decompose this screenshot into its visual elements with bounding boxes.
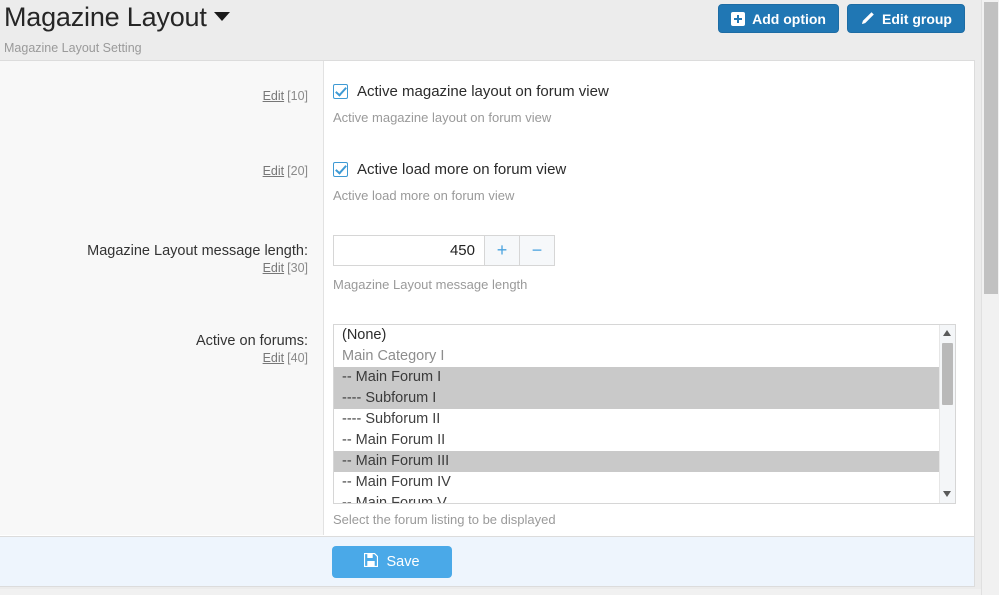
- labels-column: Edit [10] Edit [20] Magazine Layout messag…: [0, 61, 324, 535]
- checkbox-magazine-layout-line: Active magazine layout on forum view: [333, 83, 609, 100]
- listbox-option[interactable]: -- Main Forum III: [334, 451, 940, 472]
- floppy-disk-icon: [364, 552, 379, 571]
- panel-footer: Save: [0, 537, 975, 587]
- edit-number-10: [10]: [287, 89, 308, 103]
- increment-button[interactable]: +: [485, 235, 520, 266]
- listbox-option[interactable]: -- Main Forum II: [334, 430, 940, 451]
- listbox-scrollbar[interactable]: [939, 325, 955, 503]
- add-option-button[interactable]: Add option: [718, 4, 839, 33]
- help-text-message-length: Magazine Layout message length: [333, 277, 528, 292]
- edit-number-30: [30]: [287, 261, 308, 275]
- help-text-load-more: Active load more on forum view: [333, 188, 515, 203]
- row-label-10: Edit [10]: [263, 87, 308, 105]
- header-actions: Add option Edit group: [718, 4, 965, 33]
- listbox-option[interactable]: (None): [334, 325, 940, 346]
- edit-number-40: [40]: [287, 351, 308, 365]
- pencil-icon: [860, 11, 875, 26]
- edit-link-40[interactable]: Edit: [263, 351, 285, 365]
- forums-listbox-options: (None) Main Category I -- Main Forum I ----…: [334, 325, 940, 503]
- forums-listbox[interactable]: (None) Main Category I -- Main Forum I ----…: [333, 324, 956, 504]
- settings-page: Magazine Layout Magazine Layout Setting …: [0, 0, 999, 595]
- message-length-label: Magazine Layout message length:: [87, 243, 308, 259]
- triangle-up-icon[interactable]: [940, 326, 955, 341]
- edit-group-button[interactable]: Edit group: [847, 4, 965, 33]
- caret-down-icon[interactable]: [213, 12, 230, 21]
- message-length-input[interactable]: [333, 235, 485, 266]
- edit-link-10[interactable]: Edit: [263, 89, 285, 103]
- listbox-option[interactable]: Main Category I: [334, 346, 940, 367]
- listbox-option[interactable]: -- Main Forum I: [334, 367, 940, 388]
- page-bottom-strip: [0, 589, 981, 595]
- decrement-button[interactable]: −: [520, 235, 555, 266]
- edit-group-label: Edit group: [882, 10, 952, 27]
- edit-link-20[interactable]: Edit: [263, 164, 285, 178]
- listbox-option[interactable]: -- Main Forum V: [334, 493, 940, 503]
- help-text-forums: Select the forum listing to be displayed: [333, 512, 556, 527]
- row-label-20: Edit [20]: [263, 162, 308, 180]
- fields-column: Active magazine layout on forum view Act…: [325, 61, 974, 535]
- listbox-option[interactable]: ---- Subforum I: [334, 388, 940, 409]
- panel-body: Edit [10] Edit [20] Magazine Layout messag…: [0, 61, 974, 535]
- save-button[interactable]: Save: [332, 546, 452, 578]
- checkbox-load-more-label[interactable]: Active load more on forum view: [357, 161, 566, 178]
- listbox-scrollbar-thumb[interactable]: [942, 343, 953, 405]
- window-scrollbar-thumb[interactable]: [984, 2, 998, 294]
- checkbox-load-more-line: Active load more on forum view: [333, 161, 566, 178]
- listbox-option[interactable]: ---- Subforum II: [334, 409, 940, 430]
- triangle-down-icon[interactable]: [940, 487, 955, 502]
- page-title-text: Magazine Layout: [4, 2, 207, 32]
- page-header: Magazine Layout Magazine Layout Setting …: [0, 0, 981, 60]
- settings-panel: Edit [10] Edit [20] Magazine Layout messag…: [0, 60, 975, 537]
- row-label-30: Magazine Layout message length: Edit [30]: [87, 243, 308, 277]
- save-label: Save: [386, 554, 420, 570]
- checkbox-magazine-layout[interactable]: [333, 84, 348, 99]
- message-length-stepper: + −: [333, 235, 555, 266]
- field-row-magazine-layout: Active magazine layout on forum view Act…: [333, 83, 609, 125]
- page-subtitle: Magazine Layout Setting: [4, 41, 142, 55]
- window-scrollbar[interactable]: [981, 0, 999, 595]
- active-on-forums-label: Active on forums:: [195, 333, 308, 349]
- page-title: Magazine Layout: [4, 2, 230, 33]
- checkbox-load-more[interactable]: [333, 162, 348, 177]
- add-option-label: Add option: [752, 10, 826, 27]
- plus-square-icon: [731, 11, 746, 26]
- edit-number-20: [20]: [287, 164, 308, 178]
- edit-link-30[interactable]: Edit: [263, 261, 285, 275]
- field-row-load-more: Active load more on forum view Active lo…: [333, 161, 566, 203]
- help-text-magazine-layout: Active magazine layout on forum view: [333, 110, 552, 125]
- row-label-40: Active on forums: Edit [40]: [196, 333, 308, 367]
- listbox-option[interactable]: -- Main Forum IV: [334, 472, 940, 493]
- checkbox-magazine-layout-label[interactable]: Active magazine layout on forum view: [357, 83, 609, 100]
